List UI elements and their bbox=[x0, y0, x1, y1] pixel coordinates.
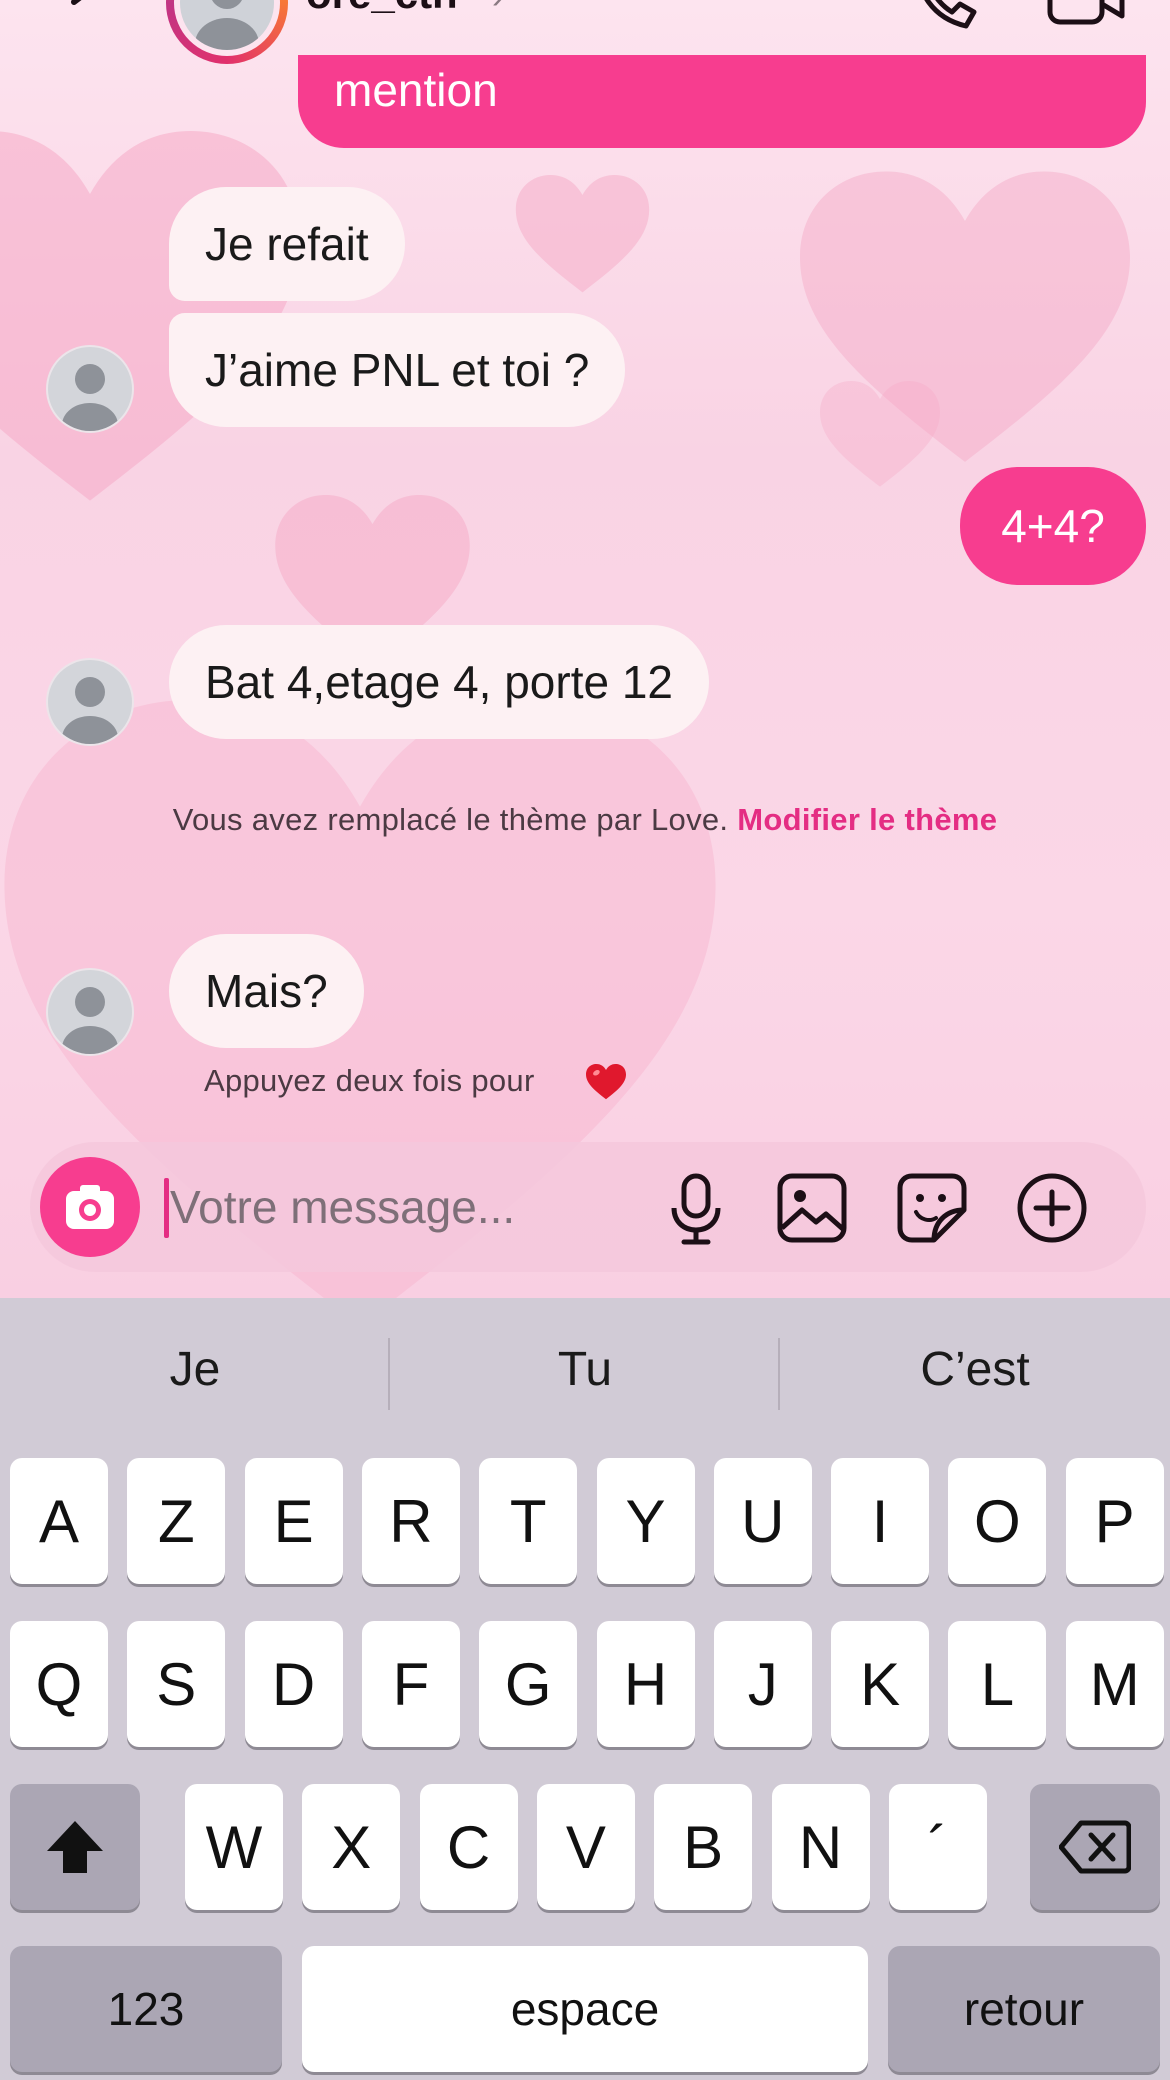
sender-avatar[interactable] bbox=[48, 970, 132, 1054]
back-arrow-icon[interactable] bbox=[60, 0, 116, 26]
key-i[interactable]: I bbox=[831, 1458, 930, 1584]
message-text: Bat 4,etage 4, porte 12 bbox=[205, 656, 674, 708]
key-u[interactable]: U bbox=[713, 1458, 812, 1584]
incoming-message-bubble[interactable]: Mais? bbox=[169, 934, 364, 1048]
message-text: J’aime PNL et toi ? bbox=[205, 344, 590, 396]
return-key[interactable]: retour bbox=[888, 1946, 1160, 2072]
change-theme-link[interactable]: Modifier le thème bbox=[737, 802, 997, 837]
video-camera-icon[interactable] bbox=[1046, 0, 1126, 32]
theme-change-notice: Vous avez remplacé le thème par Love. Mo… bbox=[170, 800, 1000, 840]
gallery-icon[interactable] bbox=[774, 1170, 850, 1246]
key-z[interactable]: Z bbox=[127, 1458, 226, 1584]
message-text: Mais? bbox=[205, 965, 328, 1017]
username-chevron-icon: › bbox=[492, 0, 503, 17]
chat-area: ore_cth › mention Je refait J’aime PNL e… bbox=[0, 0, 1170, 1298]
backspace-key[interactable] bbox=[1030, 1784, 1160, 1910]
key-accent[interactable]: ´ bbox=[888, 1784, 987, 1910]
suggestion-1[interactable]: Je bbox=[0, 1342, 390, 1397]
incoming-message-bubble[interactable]: Je refait bbox=[169, 187, 405, 301]
key-o[interactable]: O bbox=[948, 1458, 1047, 1584]
background-heart-decoration bbox=[515, 175, 650, 293]
key-d[interactable]: D bbox=[244, 1621, 343, 1747]
keyboard: Je Tu C’est AZERTYUIOP QSDFGHJKLM WXCVBN… bbox=[0, 1298, 1170, 2080]
key-y[interactable]: Y bbox=[596, 1458, 695, 1584]
sticker-icon[interactable] bbox=[894, 1170, 970, 1246]
key-c[interactable]: C bbox=[419, 1784, 518, 1910]
key-q[interactable]: Q bbox=[10, 1621, 108, 1747]
key-a[interactable]: A bbox=[10, 1458, 108, 1584]
message-text: Je refait bbox=[205, 218, 369, 270]
background-heart-decoration bbox=[820, 381, 940, 487]
camera-icon bbox=[66, 1185, 114, 1229]
key-p[interactable]: P bbox=[1065, 1458, 1164, 1584]
key-b[interactable]: B bbox=[654, 1784, 753, 1910]
theme-change-text: Vous avez remplacé le thème par Love. bbox=[172, 802, 738, 837]
message-text: mention bbox=[334, 64, 498, 116]
contact-avatar[interactable] bbox=[166, 0, 288, 64]
text-caret bbox=[164, 1178, 169, 1238]
incoming-message-bubble[interactable]: J’aime PNL et toi ? bbox=[169, 313, 626, 427]
numbers-key[interactable]: 123 bbox=[10, 1946, 282, 2072]
backspace-icon bbox=[1059, 1820, 1131, 1874]
key-l[interactable]: L bbox=[948, 1621, 1047, 1747]
key-j[interactable]: J bbox=[713, 1621, 812, 1747]
suggestion-3[interactable]: C’est bbox=[780, 1342, 1170, 1397]
shift-key[interactable] bbox=[10, 1784, 140, 1910]
outgoing-message-bubble[interactable]: mention bbox=[298, 55, 1146, 148]
key-n[interactable]: N bbox=[771, 1784, 870, 1910]
phone-icon[interactable] bbox=[912, 0, 978, 32]
key-v[interactable]: V bbox=[536, 1784, 635, 1910]
key-m[interactable]: M bbox=[1065, 1621, 1164, 1747]
sender-avatar[interactable] bbox=[48, 660, 132, 744]
key-e[interactable]: E bbox=[244, 1458, 343, 1584]
shift-icon bbox=[47, 1821, 103, 1873]
key-t[interactable]: T bbox=[479, 1458, 578, 1584]
key-x[interactable]: X bbox=[302, 1784, 401, 1910]
contact-username[interactable]: ore_cth bbox=[306, 0, 458, 18]
camera-button[interactable] bbox=[40, 1157, 140, 1257]
plus-circle-icon[interactable] bbox=[1014, 1170, 1090, 1246]
key-w[interactable]: W bbox=[185, 1784, 283, 1910]
key-f[interactable]: F bbox=[361, 1621, 460, 1747]
space-key[interactable]: espace bbox=[302, 1946, 868, 2072]
sender-avatar[interactable] bbox=[48, 347, 132, 431]
key-g[interactable]: G bbox=[479, 1621, 578, 1747]
key-s[interactable]: S bbox=[127, 1621, 226, 1747]
key-h[interactable]: H bbox=[596, 1621, 695, 1747]
outgoing-message-bubble[interactable]: 4+4? bbox=[960, 467, 1146, 585]
message-text: 4+4? bbox=[1001, 500, 1105, 552]
suggestion-2[interactable]: Tu bbox=[390, 1342, 780, 1397]
key-k[interactable]: K bbox=[831, 1621, 930, 1747]
message-composer bbox=[30, 1142, 1146, 1272]
incoming-message-bubble[interactable]: Bat 4,etage 4, porte 12 bbox=[169, 625, 710, 739]
double-tap-hint: Appuyez deux fois pour bbox=[204, 1063, 535, 1098]
message-input[interactable] bbox=[170, 1170, 630, 1244]
microphone-icon[interactable] bbox=[658, 1170, 734, 1246]
heart-emoji-icon bbox=[586, 1064, 626, 1100]
key-r[interactable]: R bbox=[361, 1458, 460, 1584]
